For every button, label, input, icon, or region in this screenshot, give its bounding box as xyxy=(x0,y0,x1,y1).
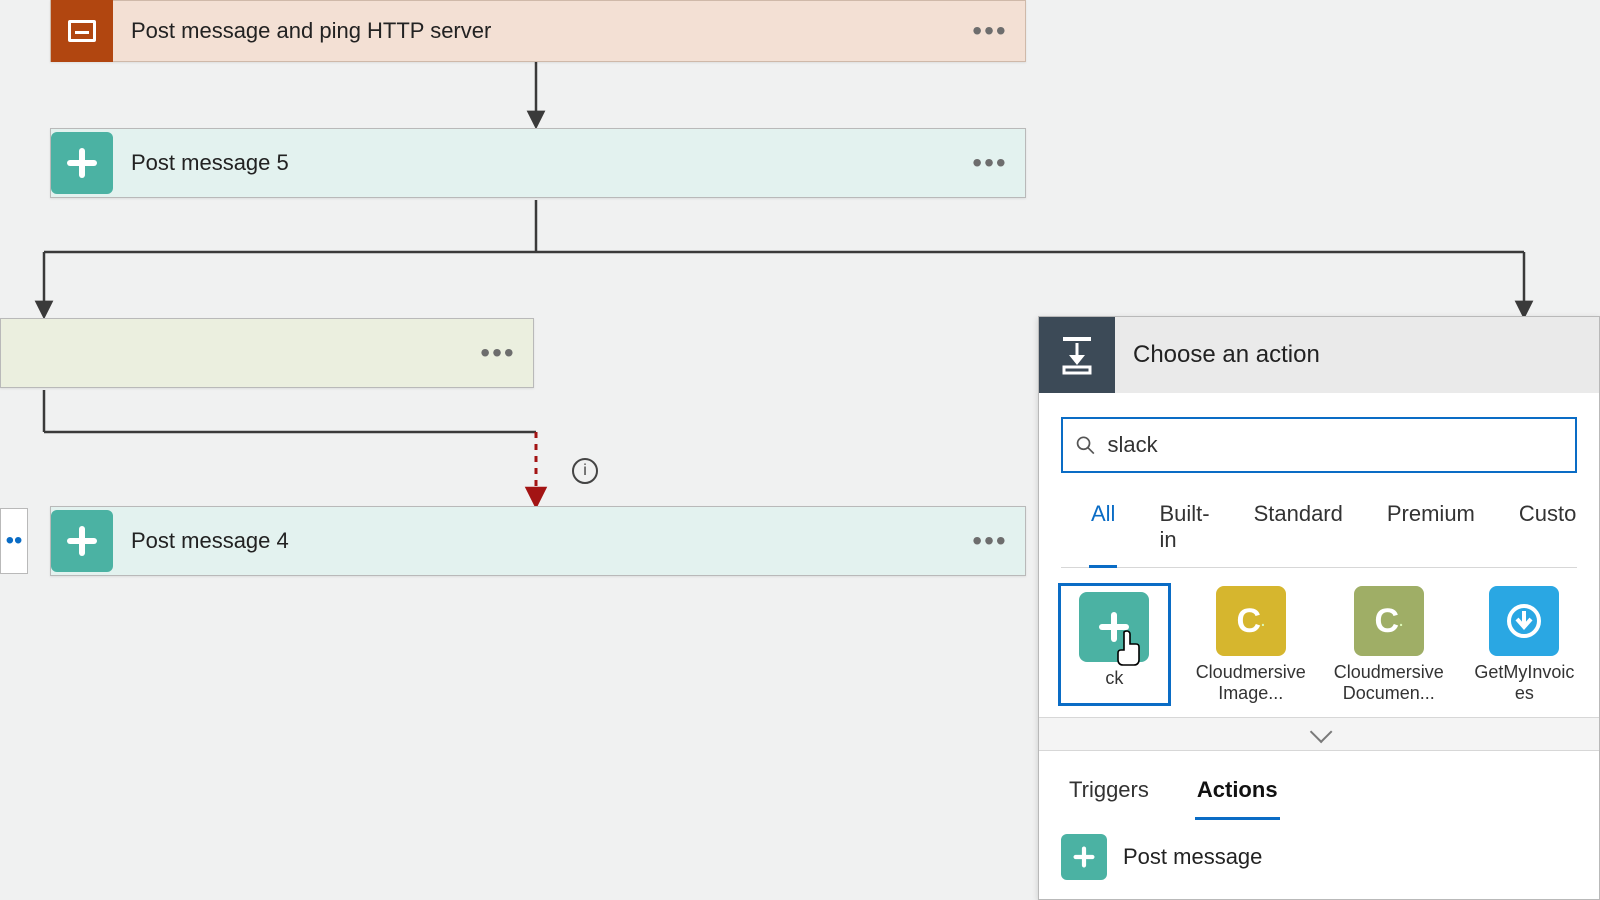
choose-action-icon xyxy=(1039,317,1115,393)
panel-title: Choose an action xyxy=(1115,341,1320,369)
connector-slack[interactable]: ck xyxy=(1061,586,1168,703)
subtab-triggers[interactable]: Triggers xyxy=(1067,771,1151,820)
triggers-actions-tabs: Triggers Actions xyxy=(1039,751,1599,820)
action-search-box[interactable] xyxy=(1061,417,1577,473)
slack-icon xyxy=(1061,834,1107,880)
action-search-input[interactable] xyxy=(1108,432,1563,458)
connector-grid: ck C. Cloudmersive Image... C. Cloudmers… xyxy=(1039,568,1599,711)
slack-step-5-title: Post message 5 xyxy=(113,150,955,176)
slack-step-4-title: Post message 4 xyxy=(113,528,955,554)
connector-cloudmersive-document-label: Cloudmersive Documen... xyxy=(1334,662,1444,703)
getmyinvoices-tile-icon xyxy=(1489,586,1559,656)
chevron-down-icon xyxy=(1310,721,1333,744)
connector-getmyinvoices[interactable]: GetMyInvoic es xyxy=(1472,586,1577,703)
tab-premium[interactable]: Premium xyxy=(1385,491,1477,567)
connector-cloudmersive-image[interactable]: C. Cloudmersive Image... xyxy=(1196,586,1306,703)
scope-icon xyxy=(51,0,113,62)
action-result-post-message[interactable]: Post message xyxy=(1039,820,1599,880)
slack-step-5-card[interactable]: Post message 5 ••• xyxy=(50,128,1026,198)
connector-filter-tabs: All Built-in Standard Premium Custo xyxy=(1061,483,1577,568)
scope-step-card[interactable]: Post message and ping HTTP server ••• xyxy=(50,0,1026,62)
tab-built-in[interactable]: Built-in xyxy=(1157,491,1211,567)
scope-step-title: Post message and ping HTTP server xyxy=(113,18,955,44)
panel-header: Choose an action xyxy=(1039,317,1599,393)
slack-icon xyxy=(51,510,113,572)
choose-action-panel: Choose an action All Built-in Standard P… xyxy=(1038,316,1600,900)
connector-slack-label: ck xyxy=(1105,668,1123,689)
branch-placeholder-card[interactable]: ••• xyxy=(0,318,534,388)
action-result-title: Post message xyxy=(1123,844,1262,870)
tab-standard[interactable]: Standard xyxy=(1252,491,1345,567)
collapsed-branch-ellipsis[interactable]: •• xyxy=(0,508,28,574)
slack-tile-icon xyxy=(1079,592,1149,662)
slack-step-5-menu[interactable]: ••• xyxy=(955,132,1025,194)
cloudmersive-document-tile-icon: C. xyxy=(1354,586,1424,656)
slack-step-4-card[interactable]: Post message 4 ••• xyxy=(50,506,1026,576)
connector-cloudmersive-document[interactable]: C. Cloudmersive Documen... xyxy=(1334,586,1444,703)
run-after-info-icon[interactable]: i xyxy=(572,458,598,484)
tab-all[interactable]: All xyxy=(1089,491,1117,568)
slack-icon xyxy=(51,132,113,194)
subtab-actions[interactable]: Actions xyxy=(1195,771,1280,820)
connector-getmyinvoices-label: GetMyInvoic es xyxy=(1472,662,1577,703)
branch-placeholder-menu[interactable]: ••• xyxy=(463,322,533,384)
search-icon xyxy=(1075,434,1096,456)
tab-custom[interactable]: Custo xyxy=(1517,491,1578,567)
slack-step-4-menu[interactable]: ••• xyxy=(955,510,1025,572)
cloudmersive-image-tile-icon: C. xyxy=(1216,586,1286,656)
connector-grid-expand[interactable] xyxy=(1039,717,1599,751)
scope-step-menu[interactable]: ••• xyxy=(955,0,1025,62)
connector-cloudmersive-image-label: Cloudmersive Image... xyxy=(1196,662,1306,703)
